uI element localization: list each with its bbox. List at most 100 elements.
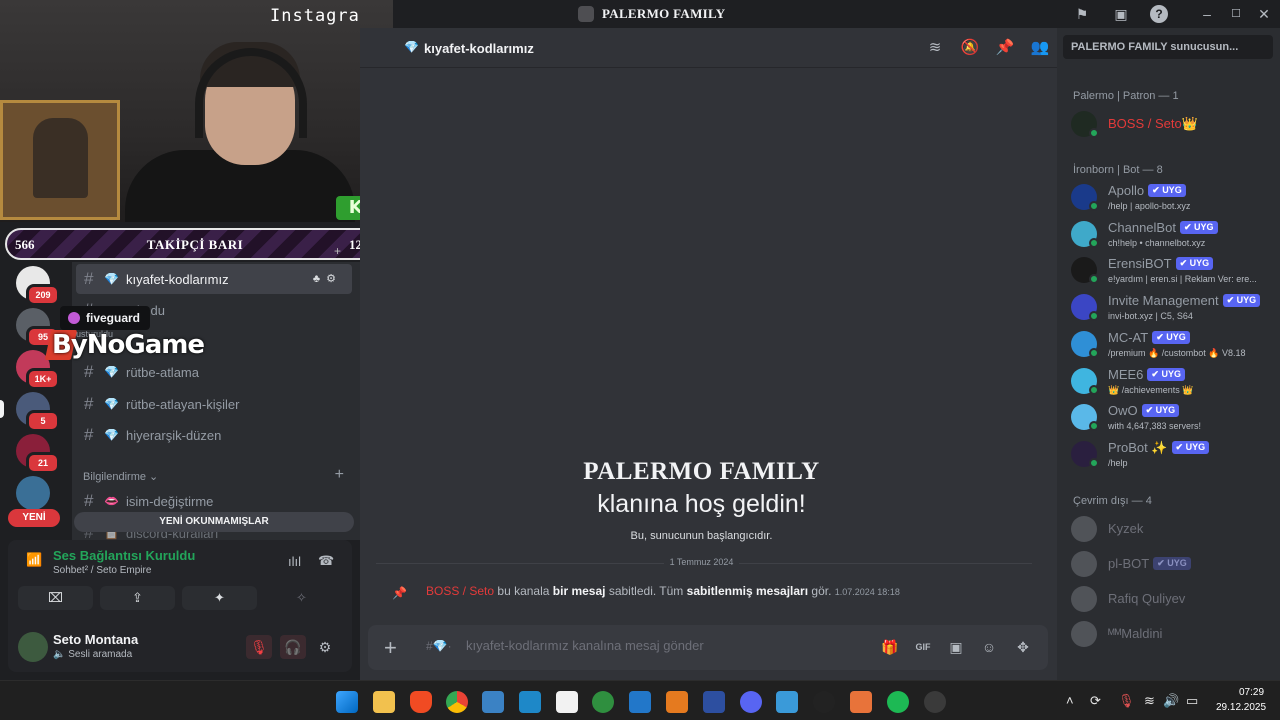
spotify-icon[interactable]	[887, 691, 909, 713]
online-status	[1089, 384, 1099, 395]
online-status	[1089, 421, 1099, 432]
member-row[interactable]: Apollo ✔ UYG/help | apollo-bot.xyz	[1071, 181, 1275, 217]
member-row-offline[interactable]: ᴹᴹMaldini	[1071, 618, 1275, 654]
chrome-icon[interactable]	[446, 691, 468, 713]
speaker-icon: 🔈	[53, 649, 66, 660]
member-row[interactable]: BOSS / Seto👑	[1071, 108, 1275, 144]
app-tag: ✔ UYG	[1141, 404, 1180, 418]
soundboard-button[interactable]: ✧	[264, 586, 339, 610]
app-tag: ✔ UYG	[1153, 557, 1191, 570]
mute-icon[interactable]: 🎙	[246, 635, 272, 659]
notifications-off-icon[interactable]: 🔕	[960, 38, 980, 58]
online-status	[1089, 274, 1099, 285]
camera-button[interactable]: ⌧	[18, 586, 93, 610]
battery-icon[interactable]: ▭	[1186, 693, 1198, 709]
sync-icon[interactable]: ⟳	[1090, 693, 1101, 709]
hash-icon: #	[84, 425, 94, 444]
member-row[interactable]: OwO ✔ UYG with 4,647,383 servers!	[1071, 401, 1275, 437]
vscode-icon[interactable]	[629, 691, 651, 713]
server-icon-5[interactable]	[16, 476, 50, 510]
category-header[interactable]: Bilgilendirme ⌄	[83, 470, 158, 483]
member-list-icon[interactable]: 👥	[1030, 38, 1050, 58]
brave-icon[interactable]	[410, 691, 432, 713]
emoji-icon[interactable]: ☺	[979, 637, 999, 657]
clock-date[interactable]: 29.12.2025	[1216, 702, 1266, 713]
gif-icon[interactable]: GIF	[913, 637, 933, 657]
settings-icon[interactable]: ⚙	[312, 635, 338, 659]
app-icon[interactable]	[703, 691, 725, 713]
app-tag: ✔ UYG	[1179, 220, 1218, 234]
flag-icon[interactable]: ⚑	[1073, 5, 1091, 23]
member-category: Çevrim dışı — 4	[1073, 495, 1152, 507]
avatar	[1071, 621, 1097, 647]
close-icon[interactable]: ✕	[1255, 5, 1273, 23]
clock-time[interactable]: 07:29	[1239, 687, 1264, 698]
voice-status[interactable]: Ses Bağlantısı Kuruldu	[53, 548, 195, 563]
xampp-icon[interactable]	[666, 691, 688, 713]
channel-item[interactable]: # 💎 hiyerarşik-düzen	[76, 420, 352, 450]
gift-icon[interactable]: 🎁	[880, 637, 900, 657]
message-link[interactable]: bir mesaj	[553, 584, 606, 598]
mention-badge: 209	[26, 284, 60, 306]
screen-share-button[interactable]: ⇪	[100, 586, 175, 610]
message-input[interactable]	[466, 638, 886, 653]
gem-icon: 💎	[104, 272, 119, 286]
discord-icon[interactable]	[740, 691, 762, 713]
voice-channel[interactable]: Sohbet² / Seto Empire	[53, 565, 151, 576]
member-row[interactable]: MEE6 ✔ UYG 👑 /achievements 👑	[1071, 365, 1275, 401]
minimize-icon[interactable]: –	[1198, 5, 1216, 23]
member-name: Kyzek	[1108, 521, 1144, 536]
member-row[interactable]: ChannelBot ✔ UYG ch!help • channelbot.xyz	[1071, 218, 1275, 254]
channel-actions[interactable]: ♣⚙	[313, 272, 342, 285]
sticker-icon[interactable]: ▣	[946, 637, 966, 657]
member-row-offline[interactable]: Kyzek	[1071, 513, 1275, 549]
pinned-link[interactable]: sabitlenmiş mesajları	[687, 584, 808, 598]
signal-icon[interactable]: 📶	[26, 552, 42, 568]
hs-icon[interactable]	[592, 691, 614, 713]
member-row-offline[interactable]: Rafiq Quliyev	[1071, 583, 1275, 619]
search-input[interactable]: PALERMO FAMILY sunucusun...	[1063, 35, 1273, 59]
file-explorer-icon[interactable]	[373, 691, 395, 713]
microphone-icon[interactable]: 🎙	[1118, 693, 1135, 709]
member-row[interactable]: ErensiBOT ✔ UYG e!yardım | eren.si | Rekla…	[1071, 254, 1275, 290]
capcut-icon[interactable]	[556, 691, 578, 713]
inbox-icon[interactable]: ▣	[1112, 5, 1130, 23]
member-row[interactable]: Invite Management ✔ UYG invi-bot.xyz | C5,…	[1071, 291, 1275, 327]
disconnect-icon[interactable]: ☎	[318, 553, 334, 569]
apps-icon[interactable]: ✥	[1013, 637, 1033, 657]
threads-icon[interactable]: ≋	[925, 38, 945, 58]
member-row[interactable]: MC-AT ✔ UYG/premium 🔥 /custombot 🔥 V8.18	[1071, 328, 1275, 364]
channel-item[interactable]: # 💎 rütbe-atlama	[76, 357, 352, 387]
noise-suppression-icon[interactable]: ılıl	[288, 554, 301, 569]
screenshot-icon[interactable]	[776, 691, 798, 713]
wifi-icon[interactable]: ≋	[1144, 693, 1155, 709]
arc-icon[interactable]	[850, 691, 872, 713]
photos-icon[interactable]	[519, 691, 541, 713]
author-name[interactable]: BOSS / Seto	[426, 584, 494, 598]
windows-start-icon[interactable]	[336, 691, 358, 713]
help-icon[interactable]: ?	[1150, 5, 1168, 23]
deafen-icon[interactable]: 🎧	[280, 635, 306, 659]
obs-icon[interactable]	[924, 691, 946, 713]
channel-name: kıyafet-kodlarımız	[126, 271, 229, 287]
store-icon[interactable]	[482, 691, 504, 713]
pin-icon[interactable]: 📌	[995, 38, 1015, 58]
attach-icon[interactable]: +	[384, 635, 397, 661]
maximize-icon[interactable]: ☐	[1227, 5, 1245, 23]
avatar[interactable]	[18, 632, 48, 662]
member-activity: /help | apollo-bot.xyz	[1108, 201, 1191, 211]
add-channel-icon[interactable]: +	[335, 466, 344, 484]
game-icon[interactable]	[813, 691, 835, 713]
channel-item-active[interactable]: # 💎 kıyafet-kodlarımız ♣⚙	[76, 264, 352, 294]
channel-item[interactable]: # 💎 rütbe-atlayan-kişiler	[76, 389, 352, 419]
new-pill[interactable]: YENİ	[8, 509, 60, 527]
user-name[interactable]: Seto Montana	[53, 632, 138, 647]
activity-button[interactable]: ✦	[182, 586, 257, 610]
hash-icon: #	[84, 491, 94, 510]
member-row-offline[interactable]: pl-BOT ✔ UYG	[1071, 548, 1275, 584]
volume-icon[interactable]: 🔊	[1163, 693, 1179, 709]
chevron-up-icon[interactable]: ˄	[1066, 693, 1074, 708]
unread-pill[interactable]: YENİ OKUNMAMIŞLAR	[74, 512, 354, 532]
member-row[interactable]: ProBot ✨ ✔ UYG/help	[1071, 438, 1275, 474]
server-tooltip: fiveguard	[60, 306, 151, 330]
